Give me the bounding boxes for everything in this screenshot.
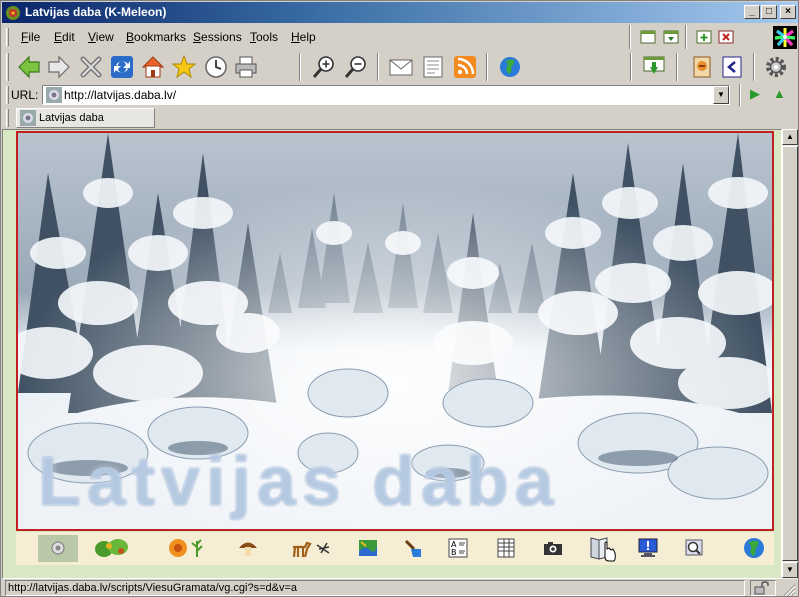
resize-grip[interactable] [782,583,796,597]
url-field[interactable]: ▼ [42,85,730,105]
toolbar-separator [486,53,488,81]
toolbar-separator [676,53,678,81]
urlbar-separator [739,84,741,106]
url-label: URL: [11,88,39,102]
zoom-in-icon[interactable] [311,54,337,80]
mushroom-icon[interactable] [236,535,260,562]
plants-icon[interactable] [92,535,132,562]
status-bar: http://latvijas.daba.lv/scripts/ViesuGra… [2,579,798,597]
table-icon[interactable] [494,535,518,562]
url-history-dropdown[interactable]: ▼ [713,86,729,104]
computer-icon[interactable] [636,535,660,562]
urlbar-grip[interactable] [6,86,9,104]
glossary-icon[interactable]: AB [446,535,470,562]
menu-tools[interactable]: Tools [250,30,278,44]
news-icon[interactable] [420,54,446,80]
toolbar-grip[interactable] [6,53,9,81]
scroll-up-button[interactable]: ▲ [782,129,798,145]
go-button[interactable]: ▶ [750,86,764,102]
k-meleon-icon [5,5,21,21]
menu-bookmarks[interactable]: Bookmarks [126,30,186,44]
home-icon[interactable] [140,54,166,80]
home-icon[interactable] [38,535,78,562]
browser-window: Latvijas daba (K-Meleon) _ □ × File Edit… [0,0,799,597]
site-navigation: AB [16,532,774,565]
navigation-toolbar [2,51,798,83]
security-indicator[interactable] [750,580,776,596]
toolbar-separator [299,53,301,81]
back-icon[interactable] [16,54,42,80]
world-icon[interactable] [741,535,767,562]
zoom-out-icon[interactable] [343,54,369,80]
forward-icon[interactable] [46,54,72,80]
mail-icon[interactable] [388,54,414,80]
banner-title: Latvijas daba [38,442,560,520]
menu-view[interactable]: View [88,30,114,44]
close-window-icon[interactable] [718,29,734,45]
stop-icon[interactable] [78,54,104,80]
unlocked-padlock-icon [754,581,769,595]
animals-icon[interactable] [286,535,336,562]
window-list-icon[interactable] [640,29,656,45]
map-icon[interactable] [356,535,380,562]
maximize-button[interactable]: □ [761,5,777,19]
window-next-icon[interactable] [663,29,679,45]
flowers-icon[interactable] [162,535,212,562]
reload-icon[interactable] [109,54,135,80]
winter-forest-banner: Latvijas daba [16,131,774,531]
title-bar[interactable]: Latvijas daba (K-Meleon) _ □ × [2,2,798,23]
tools-icon[interactable] [401,535,425,562]
close-button[interactable]: × [780,5,796,19]
toolbar-separator [630,53,632,81]
source-icon[interactable] [719,54,745,80]
bookmarks-icon[interactable] [171,54,197,80]
menubar-grip[interactable] [6,28,9,46]
download-icon[interactable] [641,54,667,80]
rss-icon[interactable] [452,54,478,80]
camera-icon[interactable] [541,535,565,562]
guestbook-icon[interactable] [586,535,620,562]
menu-help[interactable]: Help [291,30,316,44]
scroll-down-button[interactable]: ▼ [782,562,798,578]
print-icon[interactable] [233,54,259,80]
minimize-button[interactable]: _ [744,5,760,19]
toolbar-separator [753,53,755,81]
menu-edit[interactable]: Edit [54,30,75,44]
history-icon[interactable] [203,54,229,80]
tab-bar: Latvijas daba [2,107,798,129]
tabbar-grip[interactable] [6,109,9,127]
menu-bar: File Edit View Bookmarks Sessions Tools … [2,25,798,49]
scroll-thumb[interactable] [782,146,798,561]
status-text: http://latvijas.daba.lv/scripts/ViesuGra… [5,580,745,596]
menubar-separator [685,25,687,49]
menu-file[interactable]: File [21,30,40,44]
new-window-icon[interactable] [696,29,712,45]
svg-text:B: B [451,548,457,557]
privacy-icon[interactable] [689,54,715,80]
page-content[interactable]: Latvijas daba A B [2,129,782,579]
globe-icon[interactable] [497,54,523,80]
tab-latvijas-daba[interactable]: Latvijas daba [16,108,155,128]
settings-icon[interactable] [763,54,789,80]
vertical-scrollbar[interactable]: ▲ ▼ [782,129,798,579]
url-bar: URL: ▼ ▶ ▲ [2,84,798,106]
menu-sessions[interactable]: Sessions [193,30,242,44]
window-title: Latvijas daba (K-Meleon) [25,5,167,19]
menubar-separator [629,25,631,49]
up-button[interactable]: ▲ [773,86,789,102]
search-icon[interactable] [682,535,706,562]
tab-label: Latvijas daba [39,112,104,124]
site-favicon [46,87,62,103]
k-meleon-logo [773,26,797,49]
url-input[interactable] [64,87,704,103]
toolbar-separator [377,53,379,81]
tab-favicon [20,110,36,126]
